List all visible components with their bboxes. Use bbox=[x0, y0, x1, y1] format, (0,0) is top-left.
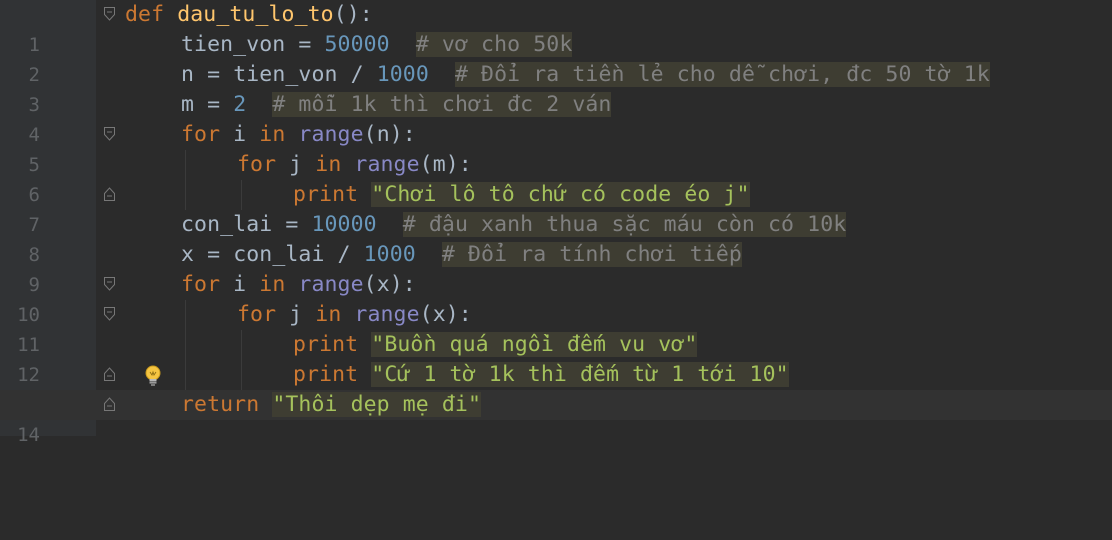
identifier: tien_von bbox=[233, 62, 338, 87]
number: 50000 bbox=[324, 32, 390, 57]
identifier: tien_von bbox=[181, 32, 286, 57]
identifier: j bbox=[276, 152, 316, 177]
identifier: j bbox=[276, 302, 316, 327]
operator: / bbox=[337, 62, 377, 87]
fold-open-icon[interactable] bbox=[104, 127, 115, 141]
comment: # mỗi 1k thì chơi đc 2 ván bbox=[272, 92, 612, 117]
punctuation: (x): bbox=[363, 272, 416, 297]
string: "Buồn quá ngồi đếm vu vơ" bbox=[371, 332, 698, 357]
code-line[interactable]: 11 for j in range(x): bbox=[0, 300, 1112, 356]
operator: = bbox=[285, 32, 325, 57]
code-line[interactable]: 9 x = con_lai / 1000 # Đổi ra tính chơi … bbox=[0, 240, 1112, 296]
fold-open-icon[interactable] bbox=[104, 277, 115, 291]
identifier: i bbox=[220, 272, 260, 297]
number: 1000 bbox=[363, 242, 416, 267]
fold-close-icon[interactable] bbox=[104, 397, 115, 411]
function-name: dau_tu_lo_to bbox=[177, 2, 334, 27]
operator: = bbox=[194, 92, 234, 117]
line-number: 14 bbox=[17, 424, 40, 446]
punctuation: (): bbox=[333, 2, 373, 27]
keyword: in bbox=[259, 272, 286, 297]
code-line[interactable]: 6 for j in range(m): bbox=[0, 150, 1112, 206]
code-line-current[interactable]: 14 return "Thôi dẹp mẹ đi" bbox=[0, 390, 1112, 446]
builtin: range bbox=[354, 152, 420, 177]
code-line[interactable]: 2 tien_von = 50000 # vơ cho 50k bbox=[0, 30, 1112, 86]
identifier: n bbox=[181, 62, 195, 87]
keyword: for bbox=[237, 302, 277, 327]
code-line[interactable]: 1 def dau_tu_lo_to(): bbox=[0, 0, 1112, 56]
punctuation: (m): bbox=[419, 152, 472, 177]
code-line[interactable]: 3 n = tien_von / 1000 # Đổi ra tiền lẻ c… bbox=[0, 60, 1112, 116]
comment: # đậu xanh thua sặc máu còn có 10k bbox=[402, 212, 847, 237]
identifier: x bbox=[181, 242, 195, 267]
comment: # Đổi ra tiền lẻ cho dễ chơi, đc 50 tờ 1… bbox=[454, 62, 990, 87]
keyword: in bbox=[315, 302, 342, 327]
number: 1000 bbox=[376, 62, 429, 87]
identifier: con_lai bbox=[181, 212, 273, 237]
code-line[interactable]: 13 print "Cứ 1 tờ 1k thì đếm từ 1 tới 10… bbox=[0, 360, 1112, 416]
keyword: print bbox=[293, 182, 359, 207]
builtin: range bbox=[298, 272, 364, 297]
punctuation: (x): bbox=[419, 302, 472, 327]
keyword: in bbox=[315, 152, 342, 177]
identifier: con_lai bbox=[233, 242, 325, 267]
operator: = bbox=[194, 62, 234, 87]
code-line[interactable]: 10 for i in range(x): bbox=[0, 270, 1112, 326]
code-line[interactable]: 8 con_lai = 10000 # đậu xanh thua sặc má… bbox=[0, 210, 1112, 266]
number: 2 bbox=[233, 92, 247, 117]
operator: / bbox=[324, 242, 364, 267]
code-editor[interactable]: 1 def dau_tu_lo_to(): 2 tien_von = 50000… bbox=[0, 0, 1112, 446]
string: "Chơi lô tô chứ có code éo j" bbox=[371, 182, 750, 207]
string: "Thôi dẹp mẹ đi" bbox=[272, 392, 482, 417]
number: 10000 bbox=[311, 212, 377, 237]
code-line[interactable]: 4 m = 2 # mỗi 1k thì chơi đc 2 ván bbox=[0, 90, 1112, 146]
code-line[interactable]: 5 for i in range(n): bbox=[0, 120, 1112, 176]
fold-open-icon[interactable] bbox=[104, 307, 115, 321]
builtin: range bbox=[354, 302, 420, 327]
identifier: i bbox=[220, 122, 260, 147]
fold-close-icon[interactable] bbox=[104, 367, 115, 381]
keyword: def bbox=[125, 2, 165, 27]
keyword: print bbox=[293, 362, 359, 387]
operator: = bbox=[194, 242, 234, 267]
identifier: m bbox=[181, 92, 195, 117]
operator: = bbox=[272, 212, 312, 237]
fold-close-icon[interactable] bbox=[104, 187, 115, 201]
lightbulb-icon[interactable] bbox=[141, 364, 165, 388]
keyword: in bbox=[259, 122, 286, 147]
code-line[interactable]: 12 print "Buồn quá ngồi đếm vu vơ" bbox=[0, 330, 1112, 386]
comment: # vơ cho 50k bbox=[415, 32, 573, 57]
keyword: for bbox=[237, 152, 277, 177]
keyword: print bbox=[293, 332, 359, 357]
keyword: for bbox=[181, 272, 221, 297]
keyword: for bbox=[181, 122, 221, 147]
builtin: range bbox=[298, 122, 364, 147]
comment: # Đổi ra tính chơi tiếp bbox=[441, 242, 742, 267]
keyword: return bbox=[181, 392, 260, 417]
string: "Cứ 1 tờ 1k thì đếm từ 1 tới 10" bbox=[371, 362, 789, 387]
fold-open-icon[interactable] bbox=[104, 7, 115, 21]
code-line[interactable]: 7 print "Chơi lô tô chứ có code éo j" bbox=[0, 180, 1112, 236]
punctuation: (n): bbox=[363, 122, 416, 147]
